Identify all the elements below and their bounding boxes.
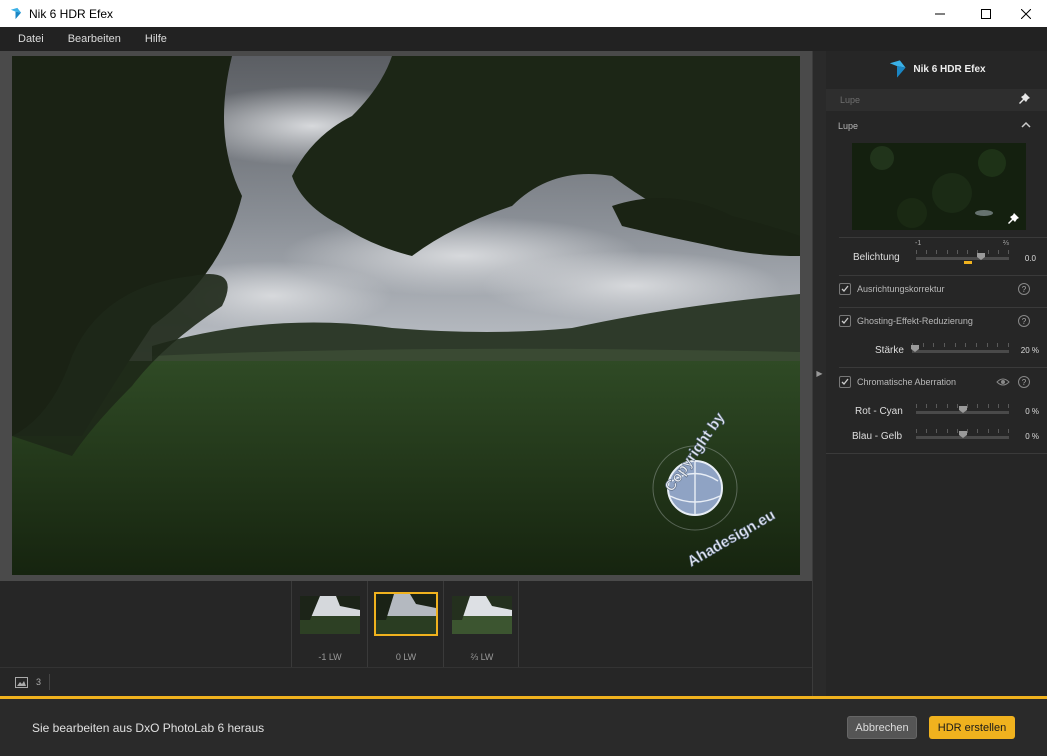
ghosting-checkbox[interactable] [839, 315, 851, 327]
filmstrip: -1 LW 0 LW ⅔ LW [0, 581, 812, 667]
separator [839, 367, 1047, 368]
image-count-strip: 3 [0, 667, 812, 696]
checkmark-icon [841, 317, 849, 324]
film-item[interactable]: -1 LW [291, 581, 367, 667]
belichtung-label: Belichtung [853, 252, 900, 263]
ausrichtung-label: Ausrichtungskorrektur [857, 284, 945, 294]
rot-cyan-label: Rot - Cyan [855, 406, 903, 417]
image-icon[interactable] [15, 676, 28, 688]
lupe-section-label: Lupe [838, 121, 859, 131]
ausrichtung-checkbox[interactable] [839, 283, 851, 295]
pin-icon[interactable] [1019, 93, 1030, 104]
divider [49, 674, 51, 690]
title-bar: Nik 6 HDR Efex [0, 0, 1047, 27]
separator [839, 275, 1047, 276]
belichtung-slider-thumb[interactable] [977, 253, 986, 260]
footer-bar: Sie bearbeiten aus DxO PhotoLab 6 heraus… [0, 699, 1047, 756]
staerke-slider-thumb[interactable] [910, 345, 919, 352]
settings-panel: Nik 6 HDR Efex Lupe Lupe -1 ⅔ Belichtung [826, 51, 1047, 696]
film-label: -1 LW [318, 652, 342, 662]
exposure-thumbnail [374, 592, 438, 636]
close-button[interactable] [1003, 0, 1047, 27]
belichtung-value: 0.0 [1024, 254, 1036, 263]
nik-logo-icon [890, 60, 906, 78]
image-canvas: Copyright by Ahadesign.eu [0, 51, 812, 581]
panel-title: Nik 6 HDR Efex [913, 63, 986, 75]
panel-collapse-handle[interactable]: ▶ [812, 51, 826, 696]
menu-bar: Datei Bearbeiten Hilfe [0, 27, 1047, 51]
separator [839, 237, 1047, 238]
ausrichtung-help-icon[interactable]: ? [1018, 283, 1030, 295]
staerke-value: 20 % [1020, 346, 1039, 355]
rot-cyan-value: 0 % [1025, 407, 1039, 416]
blau-gelb-slider-thumb[interactable] [958, 431, 967, 438]
maximize-icon [981, 8, 991, 19]
host-app-message: Sie bearbeiten aus DxO PhotoLab 6 heraus [32, 721, 265, 735]
minimize-icon [935, 13, 945, 14]
exposure-thumbnail [452, 596, 512, 634]
window-title: Nik 6 HDR Efex [29, 6, 114, 21]
chromatisch-help-icon[interactable]: ? [1018, 376, 1030, 388]
staerke-label: Stärke [875, 345, 904, 356]
nik-logo-icon [10, 7, 22, 20]
belichtung-tick-max: ⅔ [1003, 240, 1009, 247]
cancel-button[interactable]: Abbrechen [847, 716, 917, 739]
checkmark-icon [841, 285, 849, 292]
menu-bearbeiten[interactable]: Bearbeiten [68, 33, 121, 45]
eye-icon[interactable] [996, 377, 1010, 387]
film-item[interactable]: ⅔ LW [443, 581, 519, 667]
lupe-bar[interactable]: Lupe [826, 89, 1047, 111]
chromatisch-label: Chromatische Aberration [857, 377, 957, 387]
lupe-bar-label: Lupe [840, 95, 861, 105]
lupe-section-header[interactable]: Lupe [826, 115, 1047, 137]
hdr-preview-image[interactable]: Copyright by Ahadesign.eu [12, 56, 800, 575]
chromatisch-checkbox[interactable] [839, 376, 851, 388]
belichtung-ticks [916, 250, 1009, 256]
close-icon [1021, 8, 1031, 19]
film-label: 0 LW [395, 652, 417, 662]
belichtung-slider[interactable] [916, 257, 1009, 260]
menu-hilfe[interactable]: Hilfe [145, 33, 167, 45]
belichtung-tick-min: -1 [915, 240, 922, 247]
blau-gelb-value: 0 % [1025, 432, 1039, 441]
exposure-thumbnail [300, 596, 360, 634]
separator [839, 307, 1047, 308]
film-item-selected[interactable]: 0 LW [367, 581, 443, 667]
pin-icon[interactable] [1008, 213, 1019, 224]
menu-datei[interactable]: Datei [18, 33, 44, 45]
staerke-ticks [912, 343, 1009, 349]
checkmark-icon [841, 378, 849, 385]
rot-cyan-slider-thumb[interactable] [958, 406, 967, 413]
staerke-slider[interactable] [912, 350, 1009, 353]
minimize-button[interactable] [917, 0, 963, 27]
create-hdr-button[interactable]: HDR erstellen [929, 716, 1015, 739]
chevron-right-icon: ▶ [816, 369, 823, 378]
loupe-preview [852, 143, 1026, 230]
separator [826, 453, 1047, 454]
chevron-up-icon[interactable] [1021, 121, 1031, 129]
image-count: 3 [36, 677, 42, 687]
blau-gelb-label: Blau - Gelb [852, 431, 903, 442]
belichtung-zero-marker [964, 261, 972, 264]
ghosting-label: Ghosting-Effekt-Reduzierung [857, 316, 973, 326]
ghosting-help-icon[interactable]: ? [1018, 315, 1030, 327]
panel-header: Nik 6 HDR Efex [826, 51, 1047, 87]
film-label: ⅔ LW [470, 652, 494, 662]
